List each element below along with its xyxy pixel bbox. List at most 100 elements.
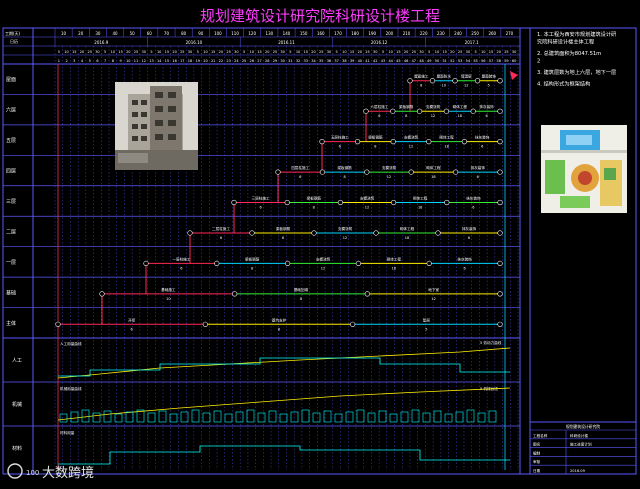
timeline-index: 33 (304, 59, 308, 63)
timeline-day: 5 (336, 50, 338, 54)
timeline-day: 5 (382, 50, 384, 54)
activity-duration: 5 (425, 327, 427, 331)
activity-duration: 6 (339, 145, 341, 149)
timeline-index: 8 (112, 59, 114, 63)
timeline-index: 24 (234, 59, 239, 63)
activity-duration: 5 (488, 84, 490, 88)
event-node (364, 169, 370, 175)
event-node (337, 199, 344, 206)
timeline-index: 42 (373, 59, 377, 63)
timeline-day: 25 (226, 50, 230, 54)
timeline-index: 19 (196, 59, 200, 63)
activity-duration: 10 (166, 297, 170, 301)
timeline-tick-number: 220 (420, 31, 428, 36)
event-node (275, 169, 281, 175)
resource-label: 材料 (12, 445, 22, 452)
event-node (202, 321, 208, 327)
event-node-end (497, 230, 503, 236)
activity-label: 屋面装饰 (482, 74, 497, 79)
activity-label: 砌体工程 (426, 165, 441, 170)
timeline-day: 10 (64, 50, 68, 54)
row-label: 六层 (6, 107, 16, 114)
timeline-index: 38 (342, 59, 346, 63)
activity-duration: 10 (442, 84, 446, 88)
event-node (390, 139, 396, 145)
timeline-day: 15 (350, 50, 354, 54)
timeline-index: 16 (172, 59, 176, 63)
event-node (355, 139, 361, 145)
timeline-index: 59 (504, 59, 508, 63)
event-node (319, 139, 325, 145)
timeline-index: 37 (334, 59, 338, 63)
timeline-day: 20 (404, 50, 408, 54)
activity-duration: 6 (468, 236, 470, 240)
timeline-day: 25 (504, 50, 508, 54)
timeline-index: 46 (404, 59, 408, 63)
title-block-key: 日期 (533, 468, 541, 473)
drawing-title: 规划建筑设计研究院科研设计楼工程 (200, 7, 440, 25)
building-photo (115, 82, 198, 170)
event-node (373, 230, 379, 236)
timeline-month: 2017.1 (465, 40, 479, 45)
timeline-index: 2 (65, 59, 67, 63)
activity-duration: 12 (387, 175, 391, 179)
activity-duration: 18 (444, 145, 448, 149)
timeline-index: 49 (427, 59, 431, 63)
activity-label: 梁板钢筋 (245, 256, 260, 261)
timeline-day: 25 (134, 50, 138, 54)
activity-label: 砌体工程 (400, 226, 415, 231)
timeline-day: 20 (311, 50, 315, 54)
timeline-index: 39 (350, 59, 354, 63)
activity-duration: 12 (431, 297, 435, 301)
activity-label: 二层柱施工 (212, 226, 230, 231)
event-node (417, 108, 423, 114)
cad-drawing-stage: 规划建筑设计研究院科研设计楼工程 工期(天) 日历 10 20 30 40 50 60 70 80… (0, 0, 640, 485)
timeline-day: 25 (365, 50, 369, 54)
event-node-end (497, 108, 503, 114)
timeline-day: 10 (111, 50, 115, 54)
event-node (453, 169, 459, 175)
activity-duration: 12 (343, 236, 347, 240)
timeline-day: 5 (289, 50, 291, 54)
event-node (311, 230, 317, 236)
event-node (452, 78, 458, 84)
timeline-tick-number: 150 (300, 31, 308, 36)
timeline-index: 48 (419, 59, 423, 63)
title-block-key: 工程名称 (533, 433, 548, 438)
timeline-tick-number: 30 (95, 31, 101, 36)
timeline-day: 25 (319, 50, 323, 54)
title-block-key: 编制 (533, 450, 541, 455)
event-node-end (497, 139, 503, 145)
resource-label: 机械 (12, 401, 22, 408)
activity-label: 梁板钢筋 (399, 104, 414, 109)
timeline-tick-number: 170 (334, 31, 342, 36)
timeline-tick-number: 100 (214, 31, 222, 36)
event-node (474, 78, 481, 84)
timeline-day: 20 (265, 50, 269, 54)
activity-duration: 12 (464, 84, 468, 88)
activity-duration: 6 (378, 114, 380, 118)
activity-duration: 6 (485, 114, 487, 118)
row-label: 主体 (6, 320, 16, 327)
timeline-day: 25 (412, 50, 416, 54)
activity-label: 支模浇筑 (404, 135, 419, 140)
timeline-tick-number: 90 (198, 31, 204, 36)
activity-duration: 6 (299, 175, 301, 179)
event-node (319, 169, 326, 175)
event-node (355, 260, 362, 267)
timeline-index: 54 (466, 59, 471, 63)
timeline-tick-number: 180 (351, 31, 359, 36)
timeline-tick-number: 140 (283, 31, 291, 36)
timeline-day: 10 (435, 50, 439, 54)
title-block-value: 施工进度计划 (570, 442, 592, 447)
event-node (231, 199, 237, 206)
timeline-index: 29 (273, 59, 277, 63)
activity-duration: 8 (278, 327, 280, 331)
timeline-tick-number: 120 (248, 31, 256, 36)
activity-label: 梁板钢筋 (337, 165, 352, 170)
activity-label: 垫层 (423, 317, 431, 322)
timeline-day: 15 (257, 50, 261, 54)
activity-duration: 8 (300, 297, 302, 301)
timeline-index: 34 (311, 59, 316, 63)
activity-duration: 6 (220, 236, 222, 240)
